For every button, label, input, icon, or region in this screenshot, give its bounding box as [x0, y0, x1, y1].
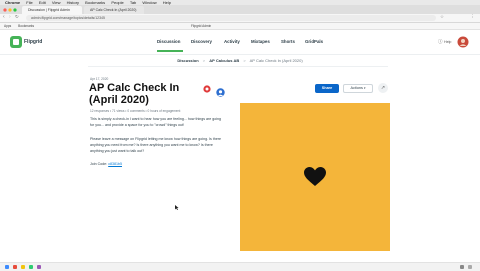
tab-label: Discussion | Flipgrid Admin	[28, 8, 70, 12]
page-title: AP Calc Check In (April 2020)	[89, 82, 180, 106]
back-icon[interactable]: ‹	[3, 14, 5, 20]
breadcrumb-separator: >	[202, 58, 206, 63]
star-icon[interactable]: ☆	[440, 14, 444, 20]
ellipsis-icon[interactable]: ↗	[378, 83, 388, 93]
avatar[interactable]	[457, 36, 469, 48]
bookmark-item[interactable]: Flipgrid Admin	[191, 24, 211, 28]
actions-dropdown[interactable]: Actions ▾	[343, 84, 373, 93]
menu-icon[interactable]: ⋮	[470, 14, 475, 20]
nav-mixtapes[interactable]: Mixtapes	[251, 39, 270, 44]
join-code-link[interactable]: c8381b5	[108, 162, 122, 166]
breadcrumb-current: AP Calc Check In (April 2020)	[249, 58, 303, 63]
app-header: Flipgrid Discussion Discovery Activity M…	[0, 30, 480, 55]
breadcrumb: Discussion > AP Calculus AB > AP Calc Ch…	[0, 56, 480, 65]
help-icon[interactable]: ⓘ	[438, 39, 443, 45]
record-badge-icon[interactable]	[203, 85, 211, 93]
browser-toolbar: ‹ › ↻ admin.flipgrid.com/manage/topics/d…	[0, 14, 480, 23]
nav-discovery[interactable]: Discovery	[191, 39, 212, 44]
browser-tab[interactable]: AP Calc Check In (April 2020)	[84, 6, 144, 14]
browser-tab-strip: Discussion | Flipgrid Admin AP Calc Chec…	[0, 5, 480, 14]
heart-icon	[304, 167, 326, 186]
join-code-row: Join Code: c8381b5	[90, 162, 122, 166]
bookmark-item[interactable]: Apps	[4, 24, 11, 28]
nav-activity[interactable]: Activity	[224, 39, 240, 44]
nav-gridpals[interactable]: GridPals	[305, 39, 323, 44]
topic-date: Apr 17, 2020	[90, 77, 109, 81]
nav-discussion[interactable]: Discussion	[157, 39, 180, 44]
active-nav-indicator	[157, 50, 183, 52]
browser-tab-active[interactable]: Discussion | Flipgrid Admin	[22, 6, 82, 14]
url-text: admin.flipgrid.com/manage/topics/details…	[31, 16, 105, 20]
help-label[interactable]: Help	[444, 40, 451, 44]
bookmark-item[interactable]: Bookmarks	[18, 24, 34, 28]
actions-label: Actions	[350, 86, 363, 90]
window-controls-icon[interactable]	[3, 8, 17, 12]
dock-icons[interactable]	[5, 265, 475, 269]
chevron-down-icon: ▾	[364, 86, 366, 90]
divider	[88, 66, 388, 67]
breadcrumb-item[interactable]: AP Calculus AB	[209, 58, 239, 63]
join-code-label: Join Code:	[90, 162, 108, 166]
flipgrid-logo-icon[interactable]	[10, 36, 22, 48]
reload-icon[interactable]: ↻	[15, 14, 19, 20]
topic-avatar-icon	[216, 88, 225, 97]
nav-shorts[interactable]: Shorts	[281, 39, 295, 44]
app-logo-text: Flipgrid	[24, 39, 43, 45]
forward-icon[interactable]: ›	[9, 14, 11, 20]
share-button[interactable]: Share	[315, 84, 339, 93]
bookmarks-bar: Apps Bookmarks Flipgrid Admin	[0, 23, 480, 30]
breadcrumb-item[interactable]: Discussion	[177, 58, 198, 63]
topic-focus-image	[240, 103, 390, 251]
topic-stats: 12 responses • 71 views • 0 comments • 0…	[90, 109, 181, 113]
cursor-icon	[175, 205, 179, 210]
breadcrumb-separator: >	[243, 58, 246, 63]
topic-description-paragraph: Please leave a message on Flipgrid letti…	[90, 137, 222, 153]
address-bar[interactable]: admin.flipgrid.com/manage/topics/details…	[26, 15, 436, 21]
tab-label: AP Calc Check In (April 2020)	[90, 8, 137, 12]
topic-description-paragraph: This is simply a check-in I want to hear…	[90, 117, 222, 127]
